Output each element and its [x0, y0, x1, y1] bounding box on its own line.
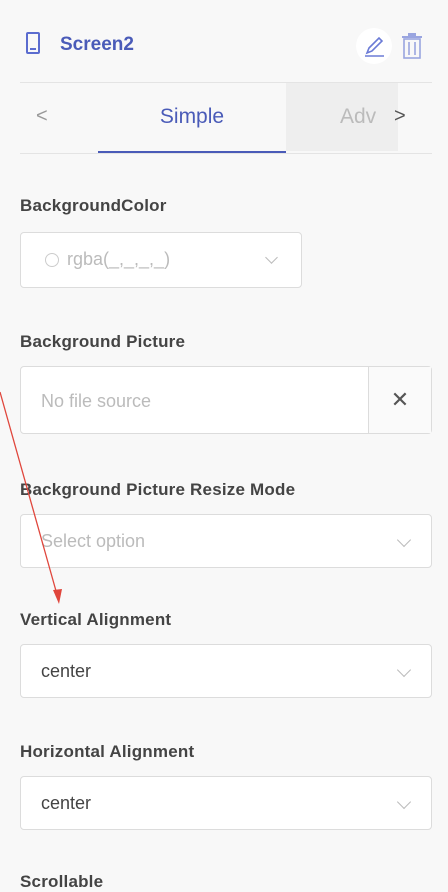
resize-mode-select[interactable]: Select option	[20, 514, 432, 568]
horizontal-alignment-value: center	[41, 793, 92, 813]
screen-title: Screen2	[60, 34, 134, 55]
scrollable-label: Scrollable	[20, 872, 104, 891]
horizontal-alignment-select[interactable]: center	[20, 776, 432, 830]
vertical-alignment-select[interactable]: center	[20, 644, 432, 698]
background-color-value: rgba(_,_,_,_)	[67, 249, 171, 269]
clear-file-button[interactable]: ✕	[368, 367, 431, 433]
chevron-down-icon	[396, 794, 412, 810]
pencil-icon	[365, 36, 384, 57]
color-swatch-icon	[45, 253, 59, 267]
screen-header: Screen2	[20, 28, 432, 68]
property-tabs: < Simple Adv >	[20, 82, 432, 154]
screen-icon	[26, 32, 40, 54]
background-color-picker[interactable]: rgba(_,_,_,_)	[20, 232, 302, 288]
chevron-down-icon	[396, 662, 412, 678]
background-picture-placeholder: No file source	[41, 391, 152, 411]
tab-advanced[interactable]: Adv	[286, 83, 398, 151]
delete-button[interactable]	[400, 32, 424, 60]
trash-icon	[402, 33, 422, 59]
vertical-alignment-value: center	[41, 661, 92, 681]
vertical-alignment-label: Vertical Alignment	[20, 610, 172, 629]
chevron-down-icon	[265, 251, 278, 264]
resize-mode-label: Background Picture Resize Mode	[20, 480, 296, 499]
edit-button[interactable]	[356, 28, 392, 64]
resize-mode-placeholder: Select option	[41, 531, 146, 551]
horizontal-alignment-label: Horizontal Alignment	[20, 742, 195, 761]
tab-simple[interactable]: Simple	[98, 83, 286, 153]
background-picture-label: Background Picture	[20, 332, 186, 351]
tab-prev-button[interactable]: <	[36, 105, 48, 128]
background-color-label: BackgroundColor	[20, 196, 167, 215]
chevron-down-icon	[396, 532, 412, 548]
tab-next-button[interactable]: >	[394, 105, 406, 128]
background-picture-field[interactable]: No file source ✕	[20, 366, 432, 434]
